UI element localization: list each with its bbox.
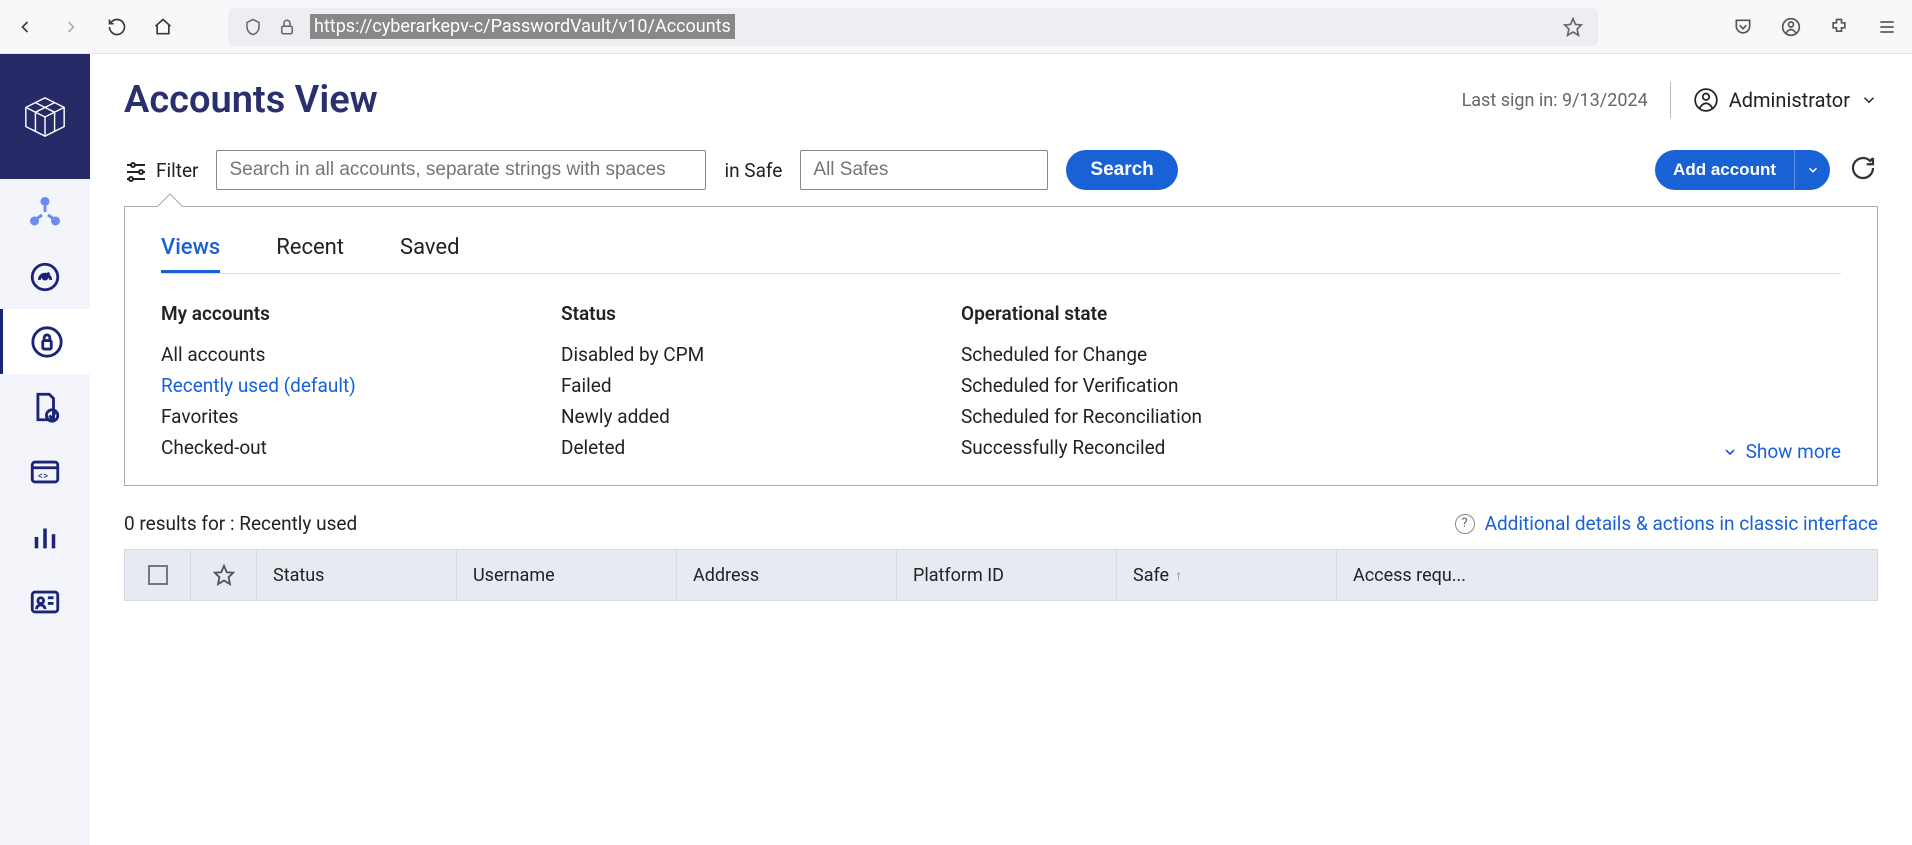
add-account-button[interactable]: Add account: [1655, 150, 1830, 190]
page-header: Accounts View Last sign in: 9/13/2024 Ad…: [124, 78, 1878, 122]
filter-col-my-accounts: My accounts All accounts Recently used (…: [161, 302, 531, 463]
filter-item[interactable]: Scheduled for Change: [961, 339, 1331, 370]
classic-interface-link[interactable]: ? Additional details & actions in classi…: [1455, 512, 1878, 535]
show-more-label: Show more: [1746, 440, 1841, 463]
shield-icon: [242, 16, 264, 38]
chevron-down-icon: [1722, 444, 1738, 460]
th-platform-id[interactable]: Platform ID: [897, 550, 1117, 600]
filter-item[interactable]: Disabled by CPM: [561, 339, 931, 370]
help-icon: ?: [1455, 514, 1475, 534]
filter-item[interactable]: Favorites: [161, 401, 531, 432]
back-icon[interactable]: [14, 16, 36, 38]
extensions-icon[interactable]: [1828, 16, 1850, 38]
sidebar-item-reports[interactable]: [0, 374, 90, 439]
reload-icon[interactable]: [106, 16, 128, 38]
forward-icon[interactable]: [60, 16, 82, 38]
chevron-down-icon: [1860, 91, 1878, 109]
tab-views[interactable]: Views: [161, 235, 220, 273]
filter-toolbar: Filter in Safe Search Add account: [124, 150, 1878, 190]
th-access-request[interactable]: Access requ...: [1337, 550, 1878, 600]
menu-icon[interactable]: [1876, 16, 1898, 38]
page-title: Accounts View: [124, 78, 378, 122]
nav-group: [14, 16, 174, 38]
filter-item[interactable]: Successfully Reconciled: [961, 432, 1331, 463]
sidebar-item-users[interactable]: [0, 569, 90, 634]
svg-text:<>: <>: [38, 471, 48, 482]
search-input[interactable]: [216, 150, 706, 190]
tab-recent[interactable]: Recent: [276, 235, 344, 273]
results-summary: 0 results for : Recently used: [124, 512, 357, 535]
th-safe[interactable]: Safe ↑: [1117, 550, 1337, 600]
pocket-icon[interactable]: [1732, 16, 1754, 38]
results-bar: 0 results for : Recently used ? Addition…: [124, 512, 1878, 535]
filter-item[interactable]: Recently used (default): [161, 370, 531, 401]
filter-item[interactable]: All accounts: [161, 339, 531, 370]
user-icon: [1693, 87, 1719, 113]
account-icon[interactable]: [1780, 16, 1802, 38]
filter-col-title: Status: [561, 302, 931, 325]
user-menu[interactable]: Administrator: [1693, 87, 1878, 113]
tab-saved[interactable]: Saved: [400, 235, 459, 273]
filter-col-title: My accounts: [161, 302, 531, 325]
filter-item[interactable]: Newly added: [561, 401, 931, 432]
th-checkbox[interactable]: [125, 550, 191, 600]
panel-arrow: [157, 193, 182, 218]
filter-columns: My accounts All accounts Recently used (…: [161, 302, 1841, 463]
filter-label: Filter: [156, 159, 198, 182]
bookmark-star-icon[interactable]: [1562, 16, 1584, 38]
filter-panel: Views Recent Saved My accounts All accou…: [124, 206, 1878, 486]
filter-item[interactable]: Checked-out: [161, 432, 531, 463]
table-header: Status Username Address Platform ID Safe…: [124, 549, 1878, 601]
safe-input[interactable]: [800, 150, 1048, 190]
sidebar-item-dashboard[interactable]: [0, 244, 90, 309]
url-bar[interactable]: https://cyberarkepv-c/PasswordVault/v10/…: [228, 8, 1598, 46]
home-icon[interactable]: [152, 16, 174, 38]
th-safe-label: Safe: [1133, 565, 1169, 586]
filter-col-operational: Operational state Scheduled for Change S…: [961, 302, 1331, 463]
th-username[interactable]: Username: [457, 550, 677, 600]
search-button[interactable]: Search: [1066, 150, 1177, 190]
divider: [1670, 82, 1671, 118]
sidebar: <>: [0, 54, 90, 845]
filter-toggle[interactable]: Filter: [124, 158, 198, 182]
in-safe-label: in Safe: [724, 159, 782, 182]
add-account-label: Add account: [1655, 161, 1794, 180]
th-favorite[interactable]: [191, 550, 257, 600]
sidebar-item-applications[interactable]: <>: [0, 439, 90, 504]
filter-tabs: Views Recent Saved: [161, 235, 1841, 274]
filter-item[interactable]: Scheduled for Verification: [961, 370, 1331, 401]
last-sign-in: Last sign in: 9/13/2024: [1462, 90, 1648, 111]
filter-col-status: Status Disabled by CPM Failed Newly adde…: [561, 302, 931, 463]
filter-item[interactable]: Deleted: [561, 432, 931, 463]
th-address[interactable]: Address: [677, 550, 897, 600]
sidebar-item-activity[interactable]: [0, 504, 90, 569]
main-content: Accounts View Last sign in: 9/13/2024 Ad…: [90, 54, 1912, 845]
url-text: https://cyberarkepv-c/PasswordVault/v10/…: [310, 14, 735, 39]
th-status[interactable]: Status: [257, 550, 457, 600]
lock-icon: [276, 16, 298, 38]
show-more-button[interactable]: Show more: [1722, 440, 1841, 463]
sidebar-item-policies[interactable]: [0, 179, 90, 244]
sort-asc-icon: ↑: [1175, 567, 1182, 584]
filter-col-title: Operational state: [961, 302, 1331, 325]
sidebar-item-accounts[interactable]: [0, 309, 90, 374]
browser-toolbar: https://cyberarkepv-c/PasswordVault/v10/…: [0, 0, 1912, 54]
classic-link-label: Additional details & actions in classic …: [1485, 512, 1878, 535]
filter-item[interactable]: Scheduled for Reconciliation: [961, 401, 1331, 432]
chrome-right-icons: [1732, 16, 1898, 38]
add-account-caret[interactable]: [1794, 150, 1830, 190]
user-name: Administrator: [1729, 88, 1850, 112]
star-icon: [213, 564, 235, 586]
app-logo[interactable]: [0, 54, 90, 179]
filter-icon: [124, 158, 148, 182]
refresh-icon[interactable]: [1848, 153, 1878, 187]
filter-item[interactable]: Failed: [561, 370, 931, 401]
